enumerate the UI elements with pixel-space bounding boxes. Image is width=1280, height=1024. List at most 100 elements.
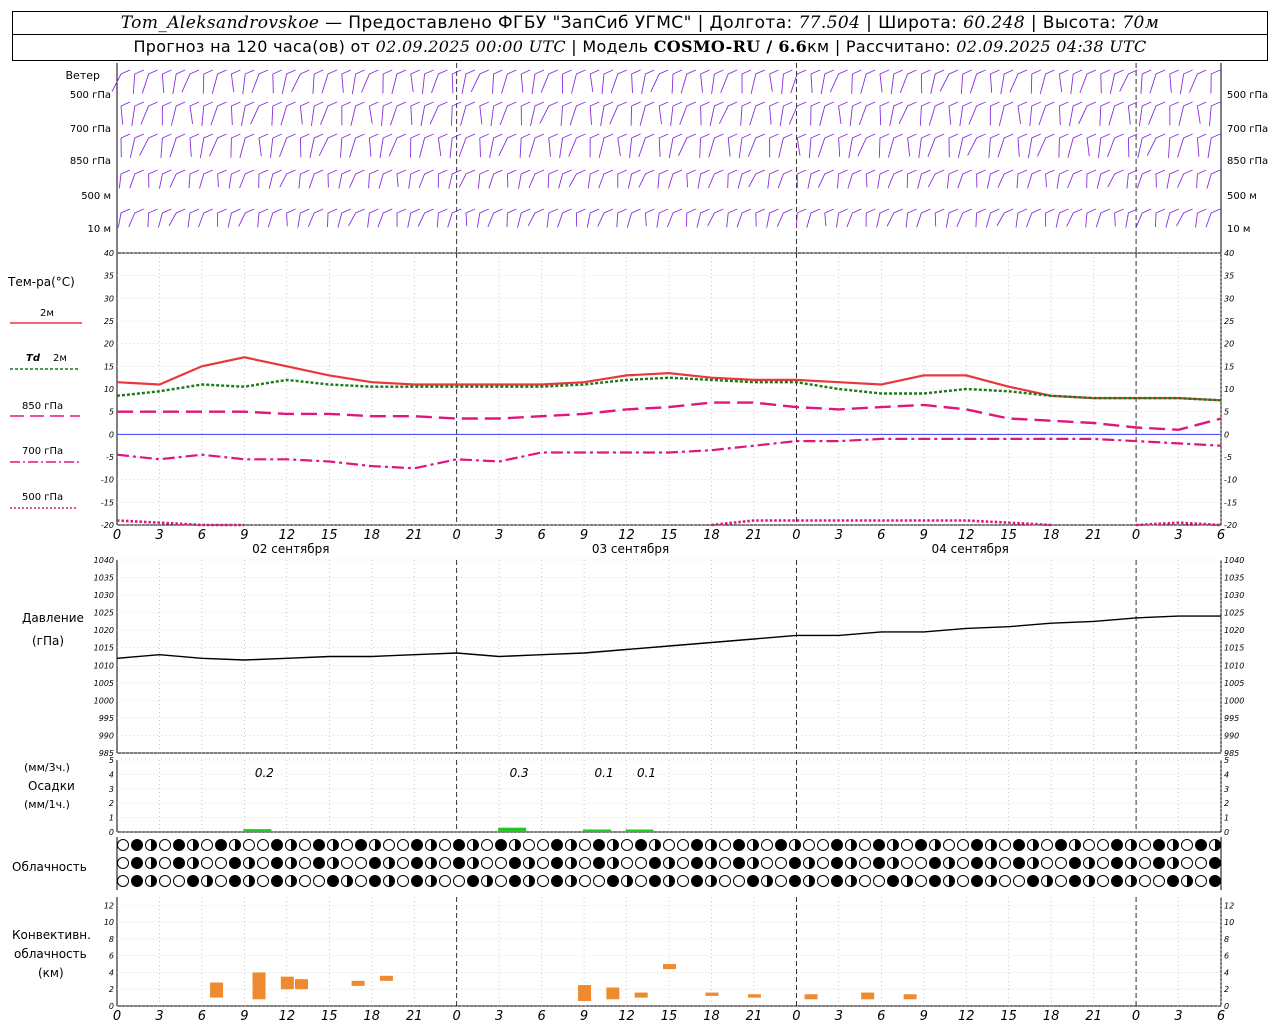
- wind-barb: [610, 69, 627, 94]
- wind-barb: [876, 208, 890, 228]
- cloud-cover-symbol: [1055, 857, 1067, 869]
- wind-barb: [368, 169, 379, 189]
- cloud-cover-fill: [1047, 875, 1053, 887]
- precip-bar: [625, 829, 654, 832]
- cloud-cover-fill: [873, 839, 885, 851]
- time-tick-label: 18: [703, 528, 720, 543]
- wind-barb: [741, 69, 752, 94]
- cloud-cover-fill: [473, 839, 479, 851]
- wind-barb: [217, 208, 227, 227]
- wind-barb: [181, 69, 200, 93]
- cloud-cover-fill: [789, 857, 801, 869]
- cloud-cover-fill: [613, 839, 619, 851]
- cloud-cover-fill: [1111, 875, 1123, 887]
- wind-barb: [699, 133, 710, 158]
- cloud-cover-symbol: [999, 839, 1011, 851]
- wind-barb: [1195, 208, 1207, 228]
- cloud-cover-fill: [991, 875, 997, 887]
- precip-tick-label: 1: [109, 814, 114, 823]
- temp-tick-label-right: -5: [1224, 453, 1232, 462]
- wind-barb: [487, 208, 503, 228]
- time-tick-label: 12: [618, 528, 635, 543]
- time-tick-label: 0: [113, 528, 121, 543]
- time-tick-label: 12: [618, 1009, 635, 1024]
- wind-barb: [975, 208, 986, 228]
- cloud-cover-symbol: [915, 875, 927, 887]
- wind-barb: [617, 169, 627, 188]
- wind-barb: [906, 169, 917, 189]
- time-tick-label: 6: [877, 1009, 885, 1024]
- wind-barb: [338, 169, 351, 189]
- cloud-cover-fill: [809, 875, 815, 887]
- temp-tick-label: 20: [104, 340, 114, 349]
- cloud-cover-symbol: [257, 839, 269, 851]
- pressure-tick-label: 1015: [94, 644, 114, 653]
- time-tick-label: 21: [1085, 1009, 1102, 1024]
- wind-barb: [539, 101, 558, 124]
- wind-barb: [257, 208, 269, 228]
- cloud-cover-fill: [935, 839, 941, 851]
- wind-barb: [309, 133, 324, 158]
- cloud-cover-symbol: [719, 839, 731, 851]
- wind-barb: [489, 133, 503, 158]
- wind-barb: [817, 169, 834, 188]
- wind-barb: [1045, 208, 1055, 227]
- wind-barb: [312, 69, 324, 94]
- time-tick-label: 0: [1132, 528, 1140, 543]
- wind-barb: [857, 133, 876, 157]
- cloud-cover-symbol: [397, 875, 409, 887]
- cloud-cover-symbol: [1097, 857, 1109, 869]
- wind-barb: [1176, 208, 1193, 227]
- cloud-cover-fill: [411, 875, 423, 887]
- wind-barb: [597, 208, 614, 227]
- temp-tick-label-right: 5: [1224, 408, 1229, 417]
- time-tick-label: 3: [155, 528, 163, 543]
- wind-barb: [519, 133, 531, 158]
- wind-barb: [1146, 133, 1166, 156]
- wind-barb: [589, 101, 600, 125]
- cloud-cover-fill: [473, 857, 479, 869]
- conv-subtitle: облачность: [14, 947, 87, 961]
- cloud-cover-fill: [369, 875, 381, 887]
- wind-barb: [488, 169, 503, 189]
- cloud-cover-fill: [1131, 875, 1137, 887]
- cloud-cover-fill: [173, 857, 185, 869]
- wind-barb: [418, 169, 434, 189]
- cloud-cover-fill: [915, 839, 927, 851]
- cloud-cover-fill: [753, 857, 759, 869]
- cloud-cover-fill: [271, 875, 283, 887]
- wind-barb: [349, 169, 365, 188]
- cloud-cover-symbol: [1153, 875, 1165, 887]
- time-tick-label: 18: [363, 1009, 380, 1024]
- wind-barb: [449, 133, 462, 159]
- cloud-cover-fill: [971, 839, 983, 851]
- wind-barb: [1125, 208, 1138, 228]
- convective-bar: [903, 994, 917, 1000]
- wind-barb: [967, 133, 986, 156]
- wind-barb: [307, 208, 324, 227]
- wind-barb: [997, 169, 1014, 188]
- wind-barb: [298, 169, 310, 189]
- cloud-cover-fill: [453, 839, 465, 851]
- convective-bar: [351, 980, 365, 986]
- wind-barb: [575, 208, 586, 227]
- wind-barb: [238, 208, 255, 227]
- wind-barb: [899, 69, 917, 93]
- cloud-cover-fill: [1167, 875, 1179, 887]
- cloud-cover-fill: [795, 839, 801, 851]
- wind-barb: [927, 133, 945, 157]
- wind-barb: [520, 69, 531, 93]
- cloud-cover-fill: [529, 857, 535, 869]
- wind-barb: [396, 169, 407, 188]
- wind-barb: [518, 169, 531, 189]
- wind-barb: [291, 69, 310, 92]
- cloud-cover-fill: [1173, 857, 1179, 869]
- wind-barb: [586, 208, 600, 228]
- wind-barb: [795, 208, 807, 228]
- wind-barb: [431, 69, 448, 94]
- wind-barb: [696, 208, 710, 228]
- wind-barb: [199, 169, 213, 189]
- wind-level-label: 500 м: [81, 191, 111, 202]
- precip-bar: [583, 829, 612, 832]
- cloud-cover-symbol: [1013, 875, 1025, 887]
